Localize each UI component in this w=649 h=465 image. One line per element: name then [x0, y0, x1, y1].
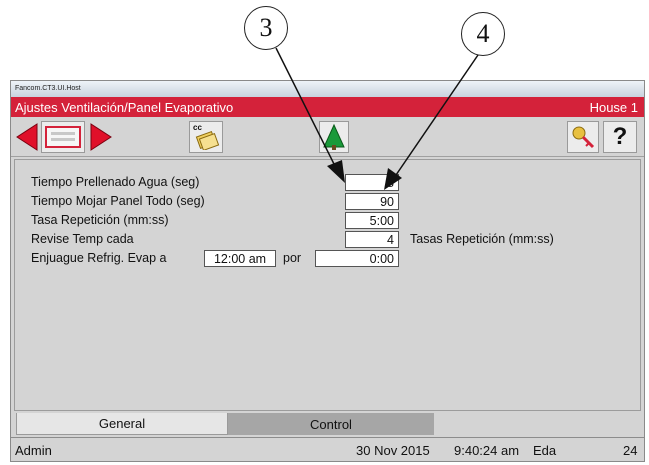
page-title: Ajustes Ventilación/Panel Evaporativo: [15, 99, 234, 115]
login-button[interactable]: [567, 121, 599, 153]
repeat-rate-field[interactable]: 5:00: [345, 212, 399, 229]
flush-por-label: por: [283, 251, 302, 265]
window-title: Fancom.CT3.UI.Host: [15, 85, 81, 92]
help-icon: ?: [612, 123, 628, 150]
forward-arrow-icon[interactable]: [89, 123, 113, 151]
tree-icon: [323, 123, 345, 150]
window-titlebar: Fancom.CT3.UI.Host: [11, 81, 644, 97]
copy-config-button[interactable]: cc: [189, 121, 223, 153]
flush-duration-field[interactable]: 0:00: [315, 250, 399, 267]
house-label[interactable]: House 1: [590, 100, 638, 115]
list-button[interactable]: [41, 121, 85, 153]
fill-time-label: Tiempo Prellenado Agua (seg): [31, 175, 200, 189]
time-label: 9:40:24 am: [454, 443, 520, 458]
key-icon: [572, 126, 595, 149]
status-bar: Admin 30 Nov 2015 9:40:24 am Eda 24: [11, 437, 644, 461]
flush-label: Enjuague Refrig. Evap a: [31, 251, 167, 265]
back-arrow-icon[interactable]: [15, 123, 39, 151]
tab-general[interactable]: General: [16, 413, 228, 435]
date-label: 30 Nov 2015: [356, 443, 430, 458]
check-temp-field[interactable]: 4: [345, 231, 399, 248]
eda-label: Eda: [533, 443, 557, 458]
help-button[interactable]: ?: [603, 121, 637, 153]
user-label: Admin: [15, 443, 52, 458]
check-temp-suffix: Tasas Repetición (mm:ss): [410, 232, 554, 246]
eda-value: 24: [623, 443, 638, 458]
check-temp-label: Revise Temp cada: [31, 232, 134, 246]
tab-bar: General Control: [14, 413, 641, 435]
list-icon: [45, 126, 81, 148]
page-header: Ajustes Ventilación/Panel Evaporativo Ho…: [11, 97, 644, 117]
callout-4: 4: [461, 12, 505, 56]
toolbar: cc ?: [11, 117, 644, 157]
wet-panel-label: Tiempo Mojar Panel Todo (seg): [31, 194, 205, 208]
fill-time-field[interactable]: 8: [345, 174, 399, 191]
callout-3: 3: [244, 6, 288, 50]
settings-panel: Tiempo Prellenado Agua (seg) 8 Tiempo Mo…: [14, 159, 641, 411]
flush-time-field[interactable]: 12:00 am: [204, 250, 276, 267]
app-window: Fancom.CT3.UI.Host Ajustes Ventilación/P…: [10, 80, 645, 462]
cc-label: cc: [193, 123, 202, 132]
tree-button[interactable]: [319, 121, 349, 153]
repeat-rate-label: Tasa Repetición (mm:ss): [31, 213, 169, 227]
wet-panel-field[interactable]: 90: [345, 193, 399, 210]
tab-control[interactable]: Control: [228, 413, 434, 435]
